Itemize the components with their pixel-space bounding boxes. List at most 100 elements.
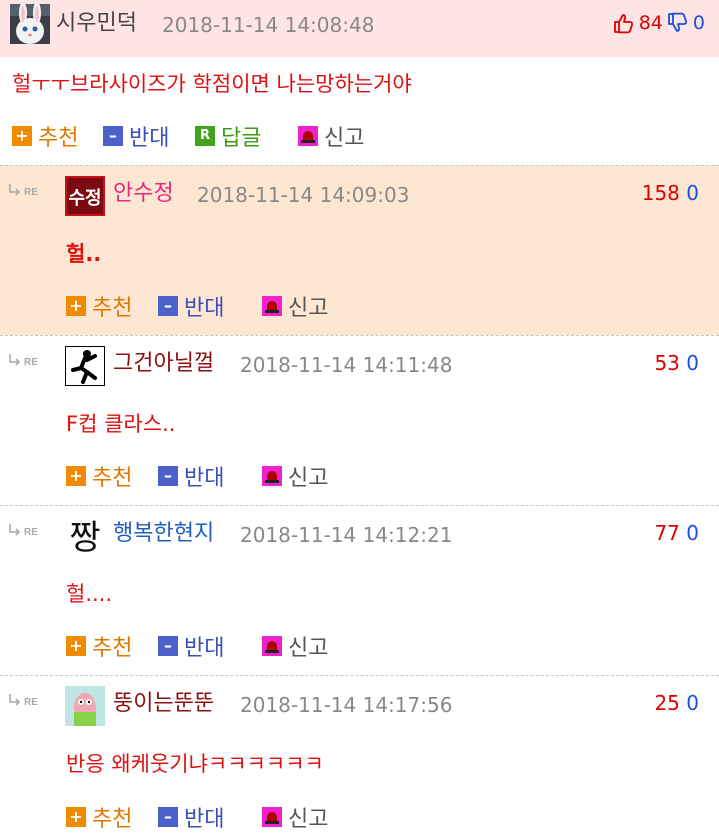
svg-text:수정: 수정 — [68, 188, 101, 209]
reply-item: RE 수정 안수정 2018-11-14 14:09:03 158 0 헐.. … — [0, 165, 719, 335]
report-label: 신고 — [288, 636, 329, 661]
reply-avatar-icon[interactable]: 짱 — [65, 516, 105, 556]
reply-upvote-count: 25 — [654, 691, 680, 715]
reply-author-name[interactable]: 안수정 — [113, 181, 174, 207]
minus-icon: – — [158, 807, 178, 827]
reply-downvote-count: 0 — [686, 521, 699, 545]
reply-label: 답글 — [221, 126, 262, 151]
siren-icon — [262, 807, 282, 827]
siren-icon — [298, 126, 318, 146]
reply-arrow-icon: RE — [8, 692, 48, 708]
main-avatar-icon[interactable] — [10, 4, 50, 44]
reply-downvote-count: 0 — [686, 351, 699, 375]
recommend-label: 추천 — [92, 466, 133, 491]
report-button[interactable]: 신고 — [262, 291, 328, 321]
oppose-button[interactable]: – 반대 — [158, 802, 224, 832]
recommend-button[interactable]: + 추천 — [66, 631, 132, 661]
oppose-label: 반대 — [184, 636, 225, 661]
reply-vote-counts: 77 0 — [654, 520, 699, 546]
plus-icon: + — [66, 466, 86, 486]
reply-actions: + 추천 – 반대 신고 — [66, 802, 366, 832]
oppose-button[interactable]: – 반대 — [103, 121, 169, 151]
minus-icon: – — [158, 296, 178, 316]
reply-arrow-icon: RE — [8, 522, 48, 538]
report-label: 신고 — [288, 466, 329, 491]
report-label: 신고 — [288, 296, 329, 321]
recommend-label: 추천 — [92, 636, 133, 661]
main-author-name[interactable]: 시우민덕 — [56, 11, 137, 37]
thumbs-down-icon[interactable] — [667, 12, 689, 34]
reply-author-name[interactable]: 그건아닐껄 — [113, 351, 214, 377]
oppose-label: 반대 — [184, 296, 225, 321]
reply-arrow-icon: RE — [8, 352, 48, 368]
main-comment-body: 헐ㅜㅜ브라사이즈가 학점이면 나는망하는거야 — [12, 72, 412, 96]
report-button[interactable]: 신고 — [262, 461, 328, 491]
reply-downvote-count: 0 — [686, 181, 699, 205]
reply-body: 반응 왜케웃기냐ㅋㅋㅋㅋㅋㅋ — [66, 752, 324, 776]
reply-r-icon: R — [195, 126, 215, 146]
reply-item: RE 그건아닐껄 2018-11-14 14:11:48 53 0 F컵 클라스… — [0, 335, 719, 505]
recommend-label: 추천 — [92, 296, 133, 321]
reply-actions: + 추천 – 반대 신고 — [66, 461, 366, 491]
reply-avatar-icon[interactable] — [65, 346, 105, 386]
oppose-button[interactable]: – 반대 — [158, 461, 224, 491]
main-downvote-count: 0 — [692, 12, 705, 34]
recommend-button[interactable]: + 추천 — [12, 121, 78, 151]
siren-icon — [262, 636, 282, 656]
recommend-button[interactable]: + 추천 — [66, 291, 132, 321]
report-label: 신고 — [324, 126, 365, 151]
reply-author-name[interactable]: 뚱이는뚠뚠 — [113, 691, 214, 717]
oppose-label: 반대 — [129, 126, 170, 151]
reply-actions: + 추천 – 반대 신고 — [66, 631, 366, 661]
main-upvote-count: 84 — [638, 12, 663, 34]
oppose-label: 반대 — [184, 807, 225, 832]
recommend-button[interactable]: + 추천 — [66, 802, 132, 832]
reply-avatar-icon[interactable]: 수정 — [65, 176, 105, 216]
svg-text:RE: RE — [24, 357, 38, 367]
reply-body: 헐.. — [66, 242, 102, 266]
report-button[interactable]: 신고 — [298, 121, 364, 151]
main-timestamp: 2018-11-14 14:08:48 — [162, 13, 375, 37]
siren-icon — [262, 466, 282, 486]
reply-timestamp: 2018-11-14 14:12:21 — [240, 523, 453, 547]
oppose-button[interactable]: – 반대 — [158, 291, 224, 321]
reply-arrow-icon: RE — [8, 182, 48, 198]
recommend-label: 추천 — [92, 807, 133, 832]
reply-body: 헐.... — [66, 582, 113, 606]
reply-upvote-count: 53 — [654, 351, 680, 375]
report-button[interactable]: 신고 — [262, 631, 328, 661]
reply-vote-counts: 53 0 — [654, 350, 699, 376]
oppose-button[interactable]: – 반대 — [158, 631, 224, 661]
reply-body: F컵 클라스.. — [66, 412, 176, 436]
reply-upvote-count: 77 — [654, 521, 680, 545]
plus-icon: + — [66, 296, 86, 316]
thumbs-up-icon[interactable] — [613, 12, 635, 34]
siren-icon — [262, 296, 282, 316]
reply-item: RE 짱 행복한현지 2018-11-14 14:12:21 77 0 헐...… — [0, 505, 719, 675]
svg-text:RE: RE — [24, 527, 38, 537]
reply-author-name[interactable]: 행복한현지 — [113, 521, 214, 547]
reply-vote-counts: 158 0 — [642, 180, 699, 206]
main-vote-counts: 84 0 — [613, 10, 705, 36]
minus-icon: – — [158, 636, 178, 656]
reply-avatar-icon[interactable] — [65, 686, 105, 726]
reply-downvote-count: 0 — [686, 691, 699, 715]
svg-text:RE: RE — [24, 187, 38, 197]
svg-text:RE: RE — [24, 697, 38, 707]
svg-text:짱: 짱 — [69, 518, 100, 556]
reply-upvote-count: 158 — [641, 181, 680, 205]
plus-icon: + — [66, 636, 86, 656]
reply-button[interactable]: R 답글 — [195, 121, 261, 151]
reply-timestamp: 2018-11-14 14:09:03 — [197, 183, 410, 207]
recommend-button[interactable]: + 추천 — [66, 461, 132, 491]
plus-icon: + — [66, 807, 86, 827]
reply-timestamp: 2018-11-14 14:11:48 — [240, 353, 453, 377]
main-actions: + 추천 – 반대 R 답글 신고 — [12, 121, 412, 151]
reply-vote-counts: 25 0 — [654, 690, 699, 716]
minus-icon: – — [158, 466, 178, 486]
report-button[interactable]: 신고 — [262, 802, 328, 832]
plus-icon: + — [12, 126, 32, 146]
oppose-label: 반대 — [184, 466, 225, 491]
report-label: 신고 — [288, 807, 329, 832]
reply-actions: + 추천 – 반대 신고 — [66, 291, 366, 321]
